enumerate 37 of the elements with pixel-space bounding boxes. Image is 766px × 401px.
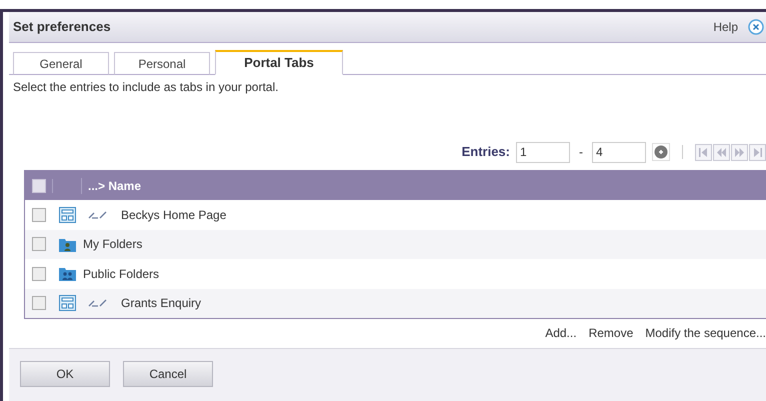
help-link[interactable]: Help bbox=[713, 18, 738, 36]
page-layout-icon bbox=[59, 295, 76, 312]
description: Select the entries to include as tabs in your portal. bbox=[12, 79, 280, 96]
checkbox[interactable] bbox=[32, 266, 46, 281]
action-link[interactable]: Modify the sequence... bbox=[645, 324, 766, 348]
tab[interactable]: Personal bbox=[114, 52, 210, 75]
previous-page-icon[interactable] bbox=[713, 144, 730, 160]
action-link[interactable]: Remove bbox=[588, 324, 634, 348]
from-field[interactable]: 1 bbox=[516, 142, 570, 162]
go-button[interactable] bbox=[652, 143, 670, 161]
to-field[interactable]: 4 bbox=[592, 142, 646, 162]
folder-people-icon bbox=[59, 266, 76, 282]
page-layout-icon bbox=[59, 206, 76, 223]
dialog-button[interactable]: OK bbox=[20, 361, 110, 387]
checkbox[interactable] bbox=[32, 178, 46, 192]
entry-name: My Folders bbox=[82, 236, 142, 254]
column-header[interactable]: ...> Name bbox=[82, 176, 142, 194]
entries-label: Entries: bbox=[462, 143, 510, 162]
entry-name: Public Folders bbox=[82, 266, 160, 283]
window-title: Set preferences bbox=[13, 18, 111, 36]
next-page-icon[interactable] bbox=[731, 144, 748, 160]
tab[interactable]: General bbox=[13, 52, 109, 75]
entry-name: Grants Enquiry bbox=[120, 295, 202, 312]
checkbox[interactable] bbox=[32, 208, 46, 222]
checkbox[interactable] bbox=[32, 296, 46, 310]
action-link[interactable]: Add... bbox=[545, 324, 577, 348]
folder-person-icon bbox=[59, 236, 76, 252]
table-row[interactable]: My Folders bbox=[25, 230, 766, 259]
table-row[interactable]: Grants Enquiry bbox=[25, 288, 766, 318]
tab[interactable]: Portal Tabs bbox=[215, 50, 343, 75]
range-separator: - bbox=[578, 144, 584, 161]
last-page-icon[interactable] bbox=[749, 144, 766, 160]
first-page-icon[interactable] bbox=[695, 144, 712, 160]
checkbox[interactable] bbox=[32, 237, 46, 252]
dialog-button[interactable]: Cancel bbox=[123, 361, 213, 387]
close-icon[interactable] bbox=[748, 19, 764, 35]
entry-name: Beckys Home Page bbox=[120, 206, 226, 224]
